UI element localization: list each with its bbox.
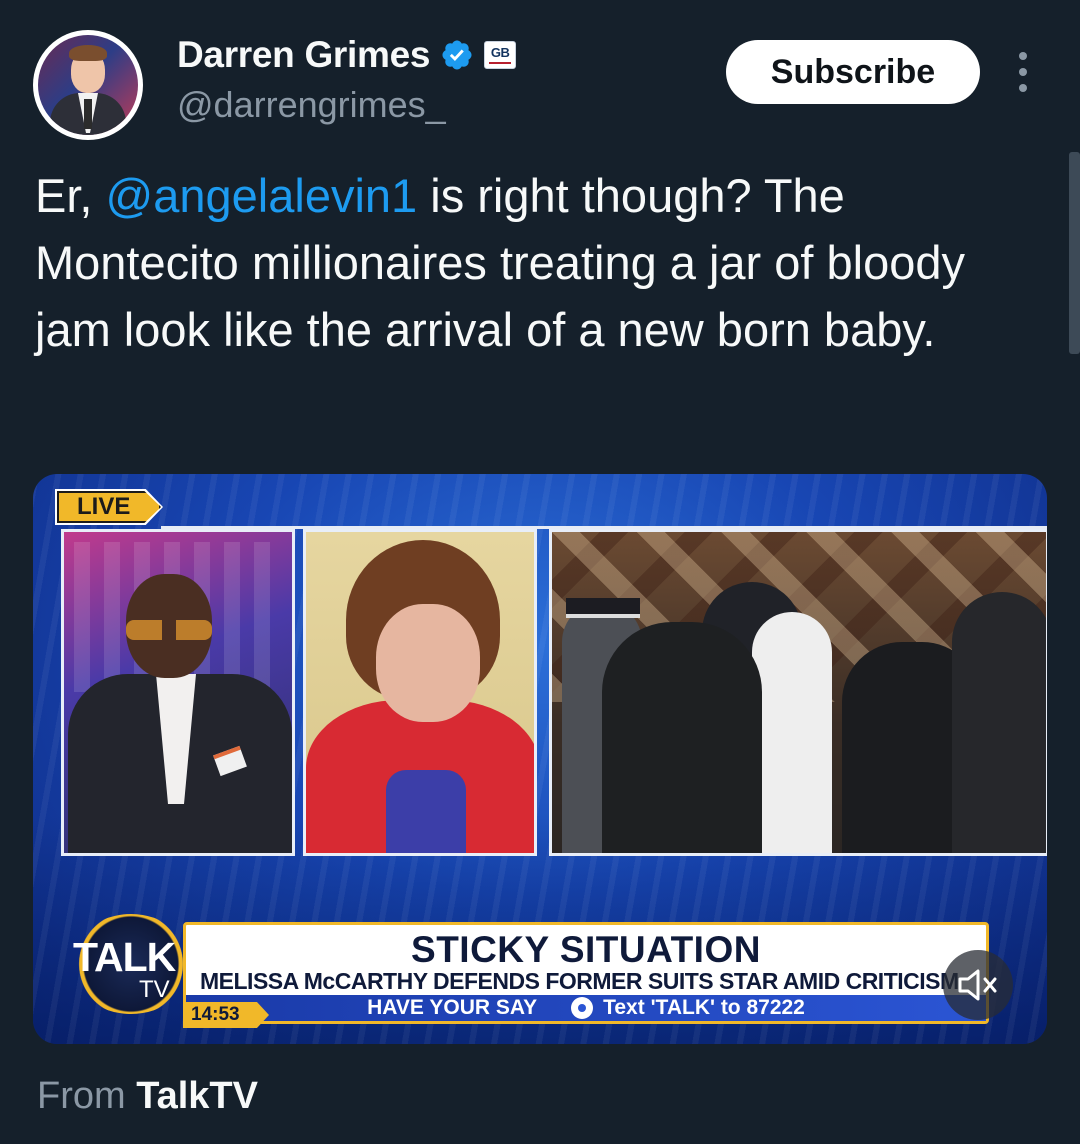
- tweet-text: Er, @angelalevin1 is right though? The M…: [35, 162, 1035, 363]
- mute-button[interactable]: [943, 950, 1013, 1020]
- video-panel-footage: [549, 529, 1047, 856]
- video-panel-guest: [303, 529, 537, 856]
- live-badge: LIVE: [57, 491, 161, 523]
- ticker: HAVE YOUR SAY Text 'TALK' to 87222: [186, 995, 986, 1021]
- ticker-right: Text 'TALK' to 87222: [603, 996, 805, 1019]
- avatar-image: [38, 35, 138, 135]
- channel-logo-main: TALK: [73, 934, 176, 980]
- subheadline: MELISSA McCARTHY DEFENDS FORMER SUITS ST…: [200, 968, 959, 994]
- verified-badge-icon[interactable]: [440, 38, 474, 72]
- ticker-left: HAVE YOUR SAY: [367, 996, 538, 1019]
- time-badge: 14:53: [183, 1002, 269, 1028]
- lower-third: STICKY SITUATION MELISSA McCARTHY DEFEND…: [183, 922, 989, 1024]
- avatar[interactable]: [33, 30, 143, 140]
- source-name-link[interactable]: TalkTV: [136, 1075, 258, 1117]
- more-options-icon[interactable]: [1008, 52, 1038, 92]
- source-prefix: From: [37, 1075, 126, 1117]
- affiliation-badge-icon[interactable]: GB: [484, 41, 517, 69]
- source-attribution: From TalkTV: [37, 1075, 258, 1118]
- video-panel-presenter: [61, 529, 295, 856]
- video-player[interactable]: LIVE STICKY SITUATION MELISSA McCARTHY D…: [33, 474, 1047, 1044]
- tweet-text-prefix: Er,: [35, 169, 106, 222]
- channel-logo-sub: TV: [139, 976, 170, 1003]
- mention-link[interactable]: @angelalevin1: [106, 169, 418, 222]
- subscribe-button[interactable]: Subscribe: [726, 40, 980, 104]
- author-name-row: Darren Grimes GB: [177, 34, 517, 76]
- headline: STICKY SITUATION: [411, 929, 761, 970]
- whatsapp-icon: [571, 997, 594, 1019]
- author-handle[interactable]: @darrengrimes_: [177, 84, 446, 126]
- scrollbar[interactable]: [1069, 152, 1080, 354]
- author-name[interactable]: Darren Grimes: [177, 34, 430, 76]
- muted-speaker-icon: [958, 969, 997, 1001]
